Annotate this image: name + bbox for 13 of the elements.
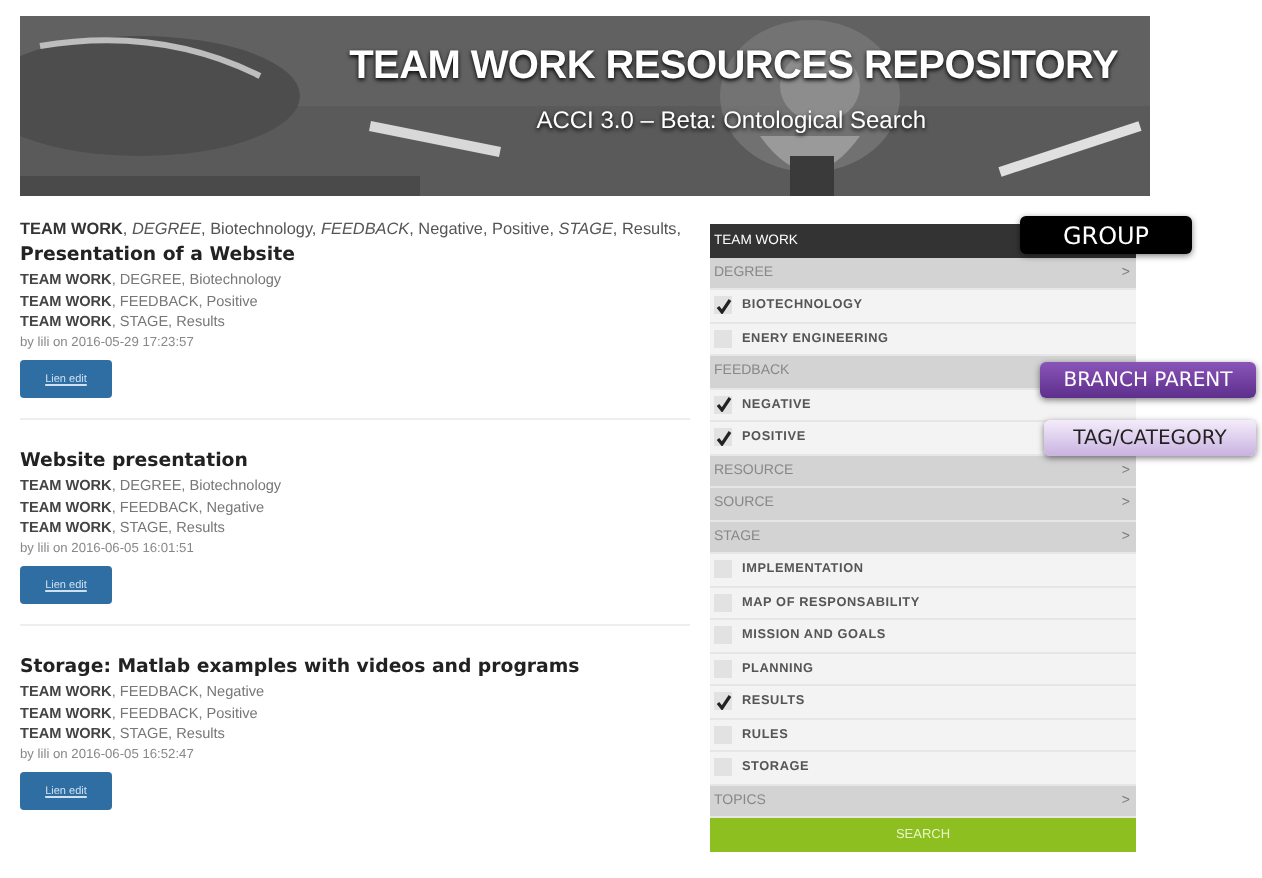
result-title[interactable]: Storage: Matlab examples with videos and programs — [20, 656, 690, 678]
result-title[interactable]: Website presentation — [20, 450, 690, 472]
checkbox[interactable] — [714, 395, 732, 414]
filter-summary: TEAM WORK, DEGREE, Biotechnology, FEEDBACK, Negative, Positive, STAGE, Results, — [20, 220, 684, 238]
checkbox[interactable] — [714, 428, 732, 447]
banner-subtitle: ACCI 3.0 – Beta: Ontological Search — [536, 106, 926, 134]
banner-title: TEAM WORK RESOURCES REPOSITORY — [349, 44, 1118, 90]
result-title[interactable]: Presentation of a Website — [20, 244, 690, 266]
annotation-tooltip: BRANCH PARENT — [1040, 362, 1256, 398]
annotation-tooltip: TAG/CATEGORY — [1044, 420, 1256, 456]
annotation-tooltip: GROUP — [1020, 216, 1192, 254]
checkbox[interactable] — [714, 692, 732, 711]
checkbox[interactable] — [714, 296, 732, 315]
